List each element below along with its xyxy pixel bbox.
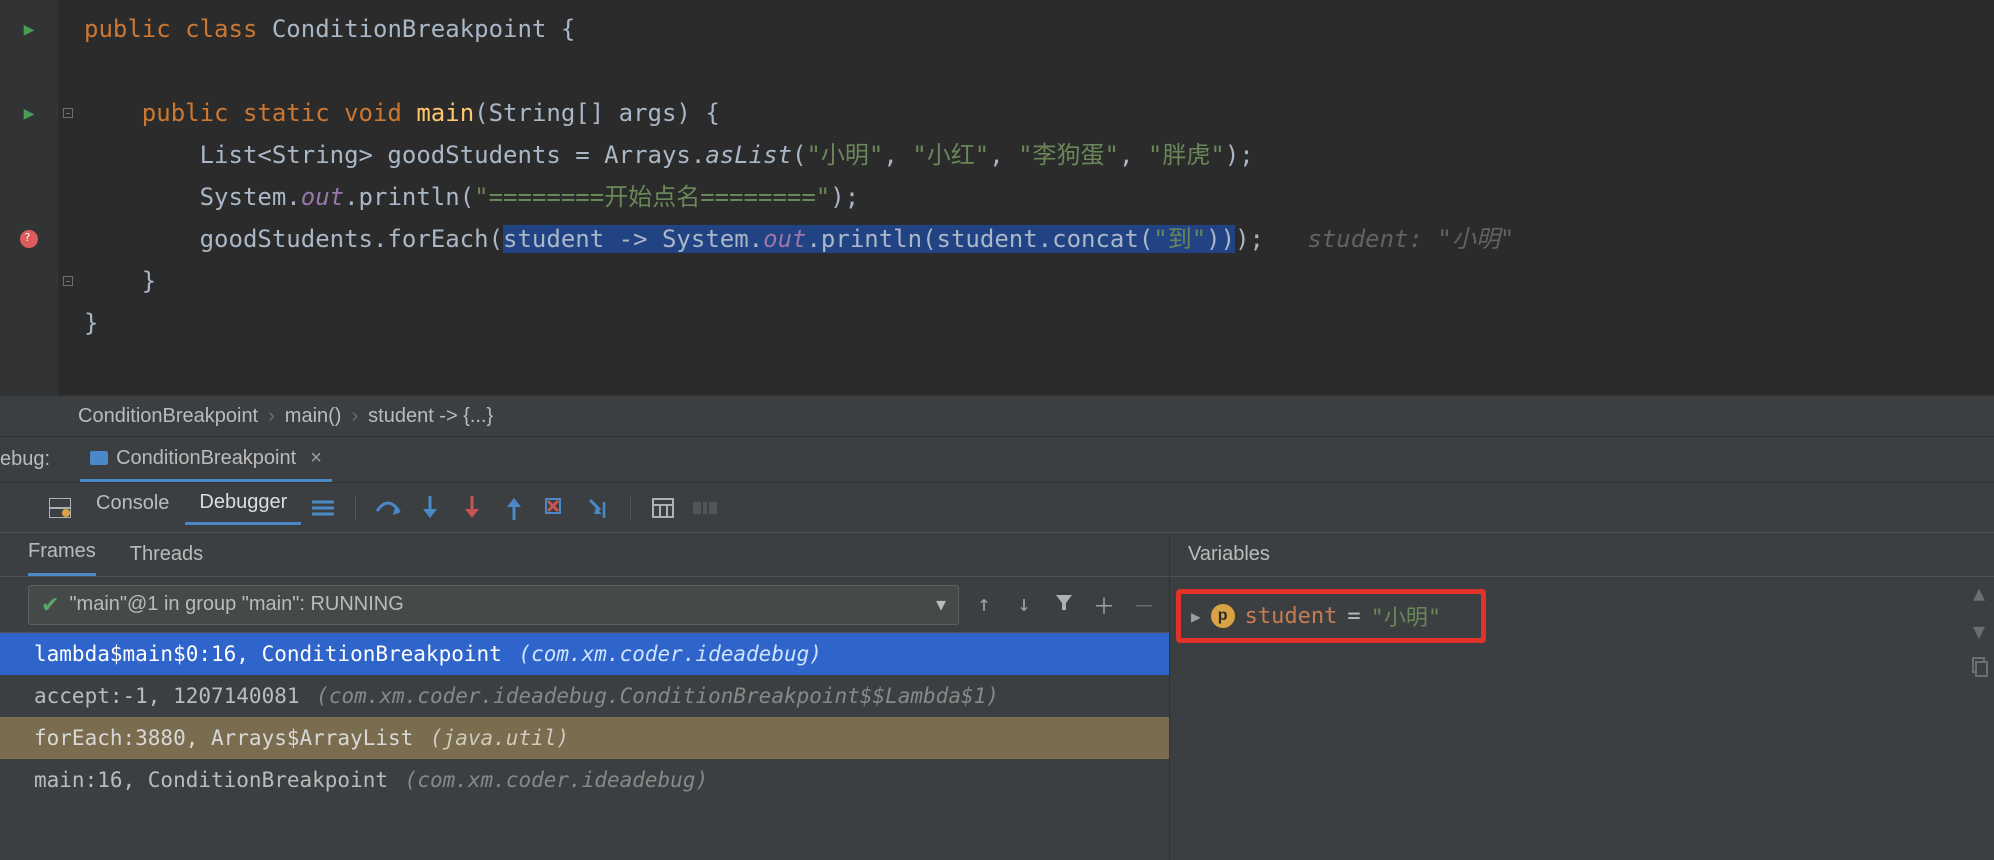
gutter: ▶ ▶ [0, 0, 58, 395]
frame-row[interactable]: accept:-1, 1207140081 (com.xm.coder.idea… [0, 675, 1169, 717]
debugger-toolbar: Console Debugger [0, 483, 1994, 533]
breadcrumb: ConditionBreakpoint › main() › student -… [0, 395, 1994, 437]
copy-icon[interactable] [1970, 657, 1988, 682]
close-icon[interactable]: × [310, 447, 322, 470]
run-to-cursor-icon[interactable] [584, 494, 612, 522]
drop-frame-icon[interactable] [542, 494, 570, 522]
previous-frame-icon[interactable]: ↑ [969, 592, 999, 617]
layout-settings-icon[interactable] [46, 494, 74, 522]
debug-label: ebug: [0, 448, 50, 471]
debug-toolwindow-header: ebug: ConditionBreakpoint × [0, 437, 1994, 483]
frame-row[interactable]: lambda$main$0:16, ConditionBreakpoint (c… [0, 633, 1169, 675]
expand-icon[interactable]: ▶ [1191, 607, 1201, 626]
remove-icon[interactable]: － [1129, 589, 1159, 621]
fold-toggle-icon[interactable] [63, 276, 73, 286]
scroll-down-icon[interactable]: ▼ [1973, 619, 1985, 643]
conditional-breakpoint-icon[interactable] [20, 230, 38, 248]
chevron-right-icon: › [351, 405, 358, 428]
trace-current-stream-chain-icon[interactable] [691, 494, 719, 522]
threads-tab[interactable]: Threads [130, 543, 203, 576]
variables-pane: Variables ▶ p student = "小明" ▲ ▼ [1170, 533, 1994, 860]
frames-pane: Frames Threads ✔ "main"@1 in group "main… [0, 533, 1170, 860]
next-frame-icon[interactable]: ↓ [1009, 592, 1039, 617]
chevron-right-icon: › [268, 405, 275, 428]
variables-header: Variables [1170, 533, 1994, 577]
fold-toggle-icon[interactable] [63, 108, 73, 118]
breadcrumb-item[interactable]: ConditionBreakpoint [78, 405, 258, 428]
run-main-icon[interactable]: ▶ [24, 103, 35, 124]
step-over-icon[interactable] [374, 494, 402, 522]
frames-list[interactable]: lambda$main$0:16, ConditionBreakpoint (c… [0, 633, 1169, 860]
debugger-tab[interactable]: Debugger [185, 491, 301, 525]
application-icon [90, 451, 108, 465]
filter-icon[interactable] [1049, 592, 1079, 618]
parameter-badge-icon: p [1211, 604, 1235, 628]
step-into-icon[interactable] [416, 494, 444, 522]
variables-side-controls: ▲ ▼ [1970, 581, 1988, 682]
fold-column [58, 0, 78, 395]
force-step-into-icon[interactable] [458, 494, 486, 522]
check-icon: ✔ [41, 592, 59, 618]
code-editor[interactable]: ▶ ▶ public class ConditionBreakpoint { p… [0, 0, 1994, 395]
chevron-down-icon: ▾ [936, 592, 946, 617]
breadcrumb-item[interactable]: student -> {...} [368, 405, 493, 428]
thread-selector[interactable]: ✔ "main"@1 in group "main": RUNNING ▾ [28, 585, 959, 625]
threads-icon[interactable] [309, 494, 337, 522]
highlighted-variable[interactable]: ▶ p student = "小明" [1176, 589, 1486, 643]
console-tab[interactable]: Console [82, 492, 183, 523]
run-class-icon[interactable]: ▶ [24, 19, 35, 40]
add-icon[interactable]: ＋ [1089, 589, 1119, 621]
frame-row[interactable]: main:16, ConditionBreakpoint (com.xm.cod… [0, 759, 1169, 801]
evaluate-expression-icon[interactable] [649, 494, 677, 522]
breadcrumb-item[interactable]: main() [285, 405, 342, 428]
step-out-icon[interactable] [500, 494, 528, 522]
frames-tab[interactable]: Frames [28, 540, 96, 576]
debug-session-tab[interactable]: ConditionBreakpoint × [80, 437, 332, 482]
scroll-up-icon[interactable]: ▲ [1973, 581, 1985, 605]
frame-row[interactable]: forEach:3880, Arrays$ArrayList (java.uti… [0, 717, 1169, 759]
code-area[interactable]: public class ConditionBreakpoint { publi… [78, 0, 1994, 395]
